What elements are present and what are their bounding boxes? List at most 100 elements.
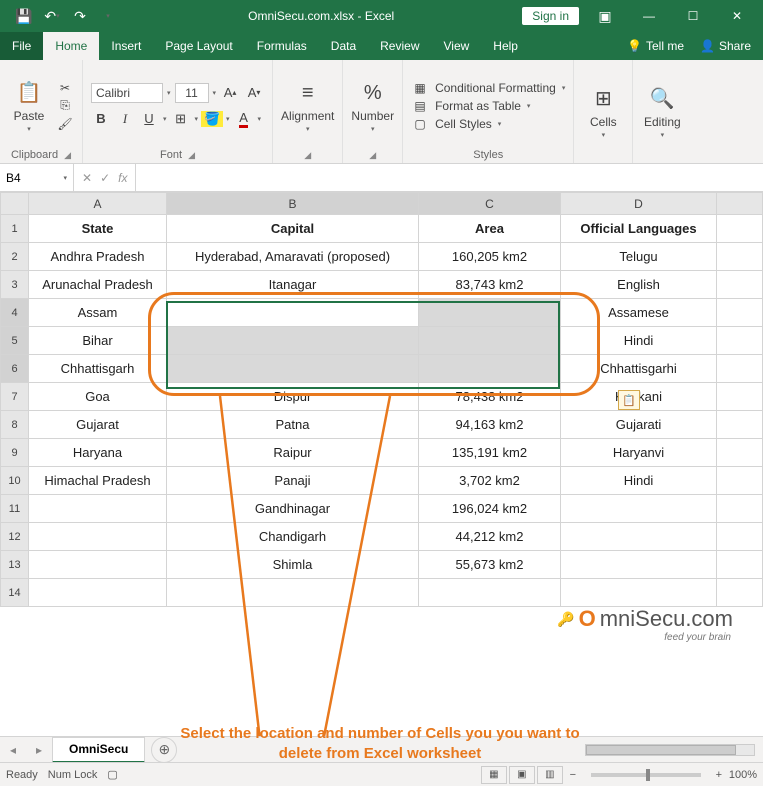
row-header[interactable]: 9 bbox=[1, 439, 29, 467]
cell[interactable]: Chhattisgarh bbox=[29, 355, 167, 383]
tab-view[interactable]: View bbox=[432, 32, 482, 60]
cell[interactable] bbox=[29, 495, 167, 523]
col-header-C[interactable]: C bbox=[419, 193, 561, 215]
cell[interactable]: Dispur bbox=[167, 383, 419, 411]
cell[interactable]: Itanagar bbox=[167, 271, 419, 299]
tab-insert[interactable]: Insert bbox=[99, 32, 153, 60]
cell[interactable]: 44,212 km2 bbox=[419, 523, 561, 551]
cell[interactable]: 160,205 km2 bbox=[419, 243, 561, 271]
enter-fx-icon[interactable]: ✓ bbox=[100, 171, 110, 185]
cell[interactable] bbox=[419, 355, 561, 383]
cell[interactable]: Shimla bbox=[167, 551, 419, 579]
tab-file[interactable]: File bbox=[0, 32, 43, 60]
number-button[interactable]: % Number ▾ bbox=[351, 79, 394, 133]
save-icon[interactable]: 💾 bbox=[12, 4, 36, 28]
cell[interactable] bbox=[419, 327, 561, 355]
ribbon-display-icon[interactable]: ▣ bbox=[583, 8, 627, 25]
cut-icon[interactable]: ✂ bbox=[56, 80, 74, 96]
cell[interactable]: Assam bbox=[29, 299, 167, 327]
col-header-B[interactable]: B bbox=[167, 193, 419, 215]
alignment-launcher-icon[interactable]: ◢ bbox=[304, 150, 311, 161]
number-launcher-icon[interactable]: ◢ bbox=[369, 150, 376, 161]
clipboard-launcher-icon[interactable]: ◢ bbox=[64, 150, 71, 161]
row-header[interactable]: 10 bbox=[1, 467, 29, 495]
editing-button[interactable]: 🔍 Editing ▾ bbox=[641, 85, 683, 139]
cell[interactable]: Patna bbox=[167, 411, 419, 439]
name-box[interactable]: B4▾ bbox=[0, 164, 74, 191]
sheet-nav-next[interactable]: ▸ bbox=[26, 743, 52, 757]
italic-button[interactable]: I bbox=[115, 109, 135, 129]
cell[interactable]: Capital bbox=[167, 215, 419, 243]
cell[interactable]: Arunachal Pradesh bbox=[29, 271, 167, 299]
worksheet-grid[interactable]: A B C D 1StateCapitalAreaOfficial Langua… bbox=[0, 192, 763, 736]
row-header[interactable]: 3 bbox=[1, 271, 29, 299]
cell[interactable] bbox=[561, 523, 717, 551]
cell[interactable] bbox=[167, 579, 419, 607]
tab-help[interactable]: Help bbox=[481, 32, 530, 60]
cell[interactable]: Andhra Pradesh bbox=[29, 243, 167, 271]
cell[interactable] bbox=[419, 579, 561, 607]
row-header[interactable]: 14 bbox=[1, 579, 29, 607]
col-header-A[interactable]: A bbox=[29, 193, 167, 215]
format-as-table-button[interactable]: ▤Format as Table ▾ bbox=[411, 99, 565, 113]
cell[interactable]: Chandigarh bbox=[167, 523, 419, 551]
underline-button[interactable]: U bbox=[139, 109, 159, 129]
cell[interactable]: Goa bbox=[29, 383, 167, 411]
alignment-button[interactable]: ≡ Alignment ▾ bbox=[281, 79, 334, 133]
zoom-out-button[interactable]: − bbox=[565, 769, 581, 781]
maximize-button[interactable]: ☐ bbox=[671, 0, 715, 32]
view-normal-icon[interactable]: ▦ bbox=[481, 766, 507, 784]
cell[interactable]: Assamese bbox=[561, 299, 717, 327]
tab-page-layout[interactable]: Page Layout bbox=[153, 32, 244, 60]
view-page-layout-icon[interactable]: ▣ bbox=[509, 766, 535, 784]
font-color-button[interactable]: A bbox=[234, 109, 254, 129]
cell[interactable] bbox=[29, 579, 167, 607]
cell[interactable]: Panaji bbox=[167, 467, 419, 495]
cell[interactable]: Chhattisgarhi bbox=[561, 355, 717, 383]
row-header[interactable]: 4 bbox=[1, 299, 29, 327]
cell[interactable]: Raipur bbox=[167, 439, 419, 467]
tab-home[interactable]: Home bbox=[43, 32, 99, 60]
cell[interactable]: Haryana bbox=[29, 439, 167, 467]
cell[interactable]: State bbox=[29, 215, 167, 243]
decrease-font-icon[interactable]: A▾ bbox=[244, 83, 264, 103]
font-launcher-icon[interactable]: ◢ bbox=[188, 150, 195, 161]
cell[interactable]: Area bbox=[419, 215, 561, 243]
row-header[interactable]: 8 bbox=[1, 411, 29, 439]
row-header[interactable]: 7 bbox=[1, 383, 29, 411]
sheet-tab-active[interactable]: OmniSecu bbox=[52, 737, 145, 763]
tell-me-button[interactable]: 💡Tell me bbox=[621, 39, 690, 53]
cell[interactable]: Himachal Pradesh bbox=[29, 467, 167, 495]
cell[interactable]: 135,191 km2 bbox=[419, 439, 561, 467]
cell[interactable]: Official Languages bbox=[561, 215, 717, 243]
cell[interactable] bbox=[167, 327, 419, 355]
minimize-button[interactable]: — bbox=[627, 0, 671, 32]
paste-options-icon[interactable]: 📋 bbox=[618, 390, 640, 410]
cell[interactable]: English bbox=[561, 271, 717, 299]
zoom-slider[interactable] bbox=[591, 773, 701, 777]
cell[interactable]: Bihar bbox=[29, 327, 167, 355]
increase-font-icon[interactable]: A▴ bbox=[220, 83, 240, 103]
tab-data[interactable]: Data bbox=[319, 32, 368, 60]
zoom-in-button[interactable]: + bbox=[711, 769, 727, 781]
cell[interactable]: Hindi bbox=[561, 327, 717, 355]
row-header[interactable]: 11 bbox=[1, 495, 29, 523]
paste-button[interactable]: 📋 Paste ▾ bbox=[8, 79, 50, 133]
cells-button[interactable]: ⊞ Cells ▾ bbox=[582, 85, 624, 139]
tab-review[interactable]: Review bbox=[368, 32, 431, 60]
row-header[interactable]: 1 bbox=[1, 215, 29, 243]
cell[interactable] bbox=[29, 551, 167, 579]
horizontal-scrollbar[interactable] bbox=[585, 744, 755, 756]
select-all-corner[interactable] bbox=[1, 193, 29, 215]
cell[interactable]: Gujarat bbox=[29, 411, 167, 439]
cancel-fx-icon[interactable]: ✕ bbox=[82, 171, 92, 185]
row-header[interactable]: 6 bbox=[1, 355, 29, 383]
row-header[interactable]: 2 bbox=[1, 243, 29, 271]
close-button[interactable]: ✕ bbox=[715, 0, 759, 32]
cell[interactable] bbox=[561, 551, 717, 579]
redo-icon[interactable]: ↷ bbox=[68, 4, 92, 28]
cell[interactable] bbox=[29, 523, 167, 551]
fill-color-button[interactable]: 🪣 bbox=[202, 109, 222, 129]
sign-in-button[interactable]: Sign in bbox=[522, 7, 579, 25]
font-name-select[interactable]: Calibri bbox=[91, 83, 163, 103]
